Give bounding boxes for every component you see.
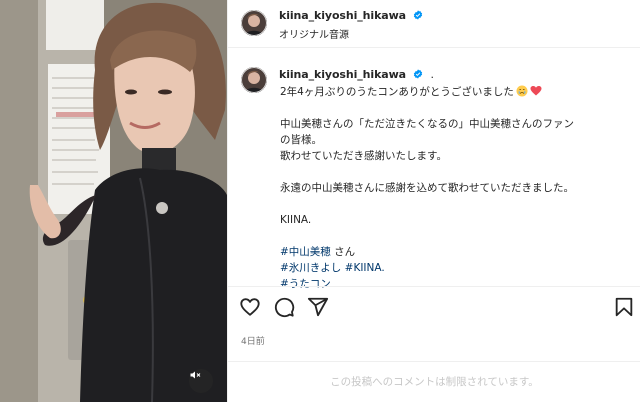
post-header: kiina_kiyoshi_hikawa オリジナル音源 bbox=[228, 0, 640, 48]
bookmark-icon[interactable] bbox=[613, 296, 635, 318]
caption-line: 永遠の中山美穂さんに感謝を込めて歌わせていただきました。 bbox=[280, 182, 574, 194]
speaker-muted-icon bbox=[190, 371, 201, 379]
red-heart-emoji bbox=[530, 86, 542, 96]
post-photo bbox=[0, 0, 227, 402]
post-media[interactable] bbox=[0, 0, 227, 402]
post-timestamp[interactable]: 4日前 bbox=[241, 334, 265, 347]
comments-disabled-notice: この投稿へのコメントは制限されています。 bbox=[228, 361, 640, 402]
caption-line: 2年4ヶ月ぶりのうたコンありがとうございました bbox=[280, 84, 630, 100]
comment-bubble-icon[interactable] bbox=[273, 296, 295, 318]
crying-face-emoji bbox=[516, 85, 528, 97]
caption-line: 歌わせていただき感謝いたします。 bbox=[280, 150, 447, 162]
caption-line: KIINA. bbox=[280, 214, 312, 226]
audio-link[interactable]: オリジナル音源 bbox=[279, 26, 349, 41]
caption-avatar[interactable] bbox=[241, 67, 267, 93]
hashtag-line: #中山美穂 さん bbox=[280, 244, 630, 260]
hashtag-suffix: さん bbox=[330, 246, 356, 258]
post-caption: 2年4ヶ月ぶりのうたコンありがとうございました 中山美穂さんの「ただ泣きたくなる… bbox=[280, 84, 630, 292]
header-username-row: kiina_kiyoshi_hikawa bbox=[279, 9, 423, 22]
action-bar bbox=[228, 286, 640, 324]
caption-dot: . bbox=[430, 68, 434, 81]
hashtag-link[interactable]: #中山美穂 bbox=[280, 246, 331, 258]
avatar[interactable] bbox=[241, 10, 267, 36]
caption-username-link[interactable]: kiina_kiyoshi_hikawa bbox=[279, 68, 406, 81]
verified-badge-icon bbox=[413, 10, 422, 20]
hashtag-line: #氷川きよし #KIINA. bbox=[280, 260, 630, 276]
paper-plane-icon[interactable] bbox=[307, 296, 329, 318]
mute-toggle-button[interactable] bbox=[189, 369, 213, 393]
verified-badge-icon bbox=[413, 69, 422, 79]
caption-username-row: kiina_kiyoshi_hikawa . bbox=[279, 68, 434, 81]
username-link[interactable]: kiina_kiyoshi_hikawa bbox=[279, 9, 406, 22]
post-panel: kiina_kiyoshi_hikawa オリジナル音源 kiina_kiyos… bbox=[227, 0, 640, 402]
hashtag-link[interactable]: #KIINA. bbox=[345, 262, 385, 274]
caption-line: 中山美穂さんの「ただ泣きたくなるの」中山美穂さんのファン bbox=[280, 118, 574, 130]
hashtag-link[interactable]: #氷川きよし bbox=[280, 262, 341, 274]
heart-icon[interactable] bbox=[239, 296, 261, 318]
caption-line: の皆様。 bbox=[280, 134, 322, 146]
